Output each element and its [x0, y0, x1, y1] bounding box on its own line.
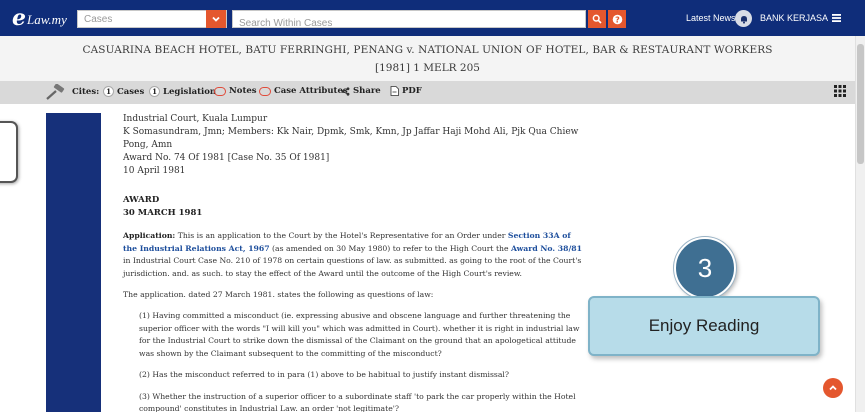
bell-icon	[740, 15, 747, 24]
svg-text:?: ?	[615, 15, 620, 24]
cases-label: Cases	[117, 86, 145, 97]
application-text-3: in Industrial Court Case No. 210 of 1978…	[123, 256, 582, 278]
collection-select-value: Cases	[84, 13, 113, 25]
question-3: (3) Whether the instruction of a superio…	[139, 391, 576, 412]
logo-text: Law.my	[27, 12, 67, 27]
page-scrollbar[interactable]	[855, 36, 865, 412]
case-attributes-button[interactable]: Case Attributes	[259, 86, 348, 96]
case-citation: [1981] 1 MELR 205	[375, 62, 480, 74]
search-button[interactable]	[588, 10, 606, 28]
collection-select[interactable]: Cases	[77, 10, 227, 28]
share-icon	[341, 86, 350, 96]
notes-button[interactable]: Notes	[214, 86, 257, 96]
gavel-icon	[46, 83, 66, 103]
menu-icon	[832, 14, 842, 22]
help-icon: ?	[612, 14, 622, 24]
notifications-button[interactable]	[735, 10, 752, 27]
pdf-button[interactable]: PDF	[390, 86, 422, 96]
grid-icon[interactable]	[834, 85, 846, 100]
case-header: CASUARINA BEACH HOTEL, BATU FERRINGHI, P…	[0, 36, 855, 81]
chevron-down-icon[interactable]	[206, 10, 226, 28]
scrollbar-thumb[interactable]	[857, 44, 864, 164]
top-bar: e Law.my Cases ? Latest News BANK KERJAS…	[0, 0, 865, 36]
panel-members: K Somasundram, Jmn; Members: Kk Nair, Dp…	[123, 127, 579, 150]
help-button[interactable]: ?	[608, 10, 626, 28]
cites-label: Cites:	[72, 87, 100, 97]
case-title: CASUARINA BEACH HOTEL, BATU FERRINGHI, P…	[82, 44, 773, 56]
toggle-icon	[214, 86, 226, 96]
side-panel-tab[interactable]	[0, 121, 18, 183]
site-logo[interactable]: e Law.my	[12, 5, 67, 31]
application-paragraph: Application: This is an application to t…	[123, 230, 583, 280]
court-name: Industrial Court, Kuala Lumpur	[123, 114, 268, 124]
award-number: Award No. 74 Of 1981 [Case No. 35 Of 198…	[123, 153, 330, 163]
application-label: Application:	[123, 231, 176, 240]
step-number-badge: 3	[674, 237, 736, 299]
legislation-label: Legislation	[163, 86, 217, 97]
question-2: (2) Has the misconduct referred to in pa…	[139, 370, 510, 379]
share-label: Share	[353, 86, 381, 96]
judgment-date: 10 April 1981	[123, 166, 186, 176]
cases-count-badge: 1	[103, 86, 114, 97]
case-toolbar: Cites: 1 Cases 1 Legislation Notes Case …	[0, 81, 855, 104]
share-button[interactable]: Share	[341, 86, 381, 96]
search-box[interactable]	[232, 10, 586, 32]
account-menu[interactable]: BANK KERJASA	[760, 13, 842, 23]
step-label: Enjoy Reading	[588, 296, 820, 356]
search-icon	[592, 14, 602, 24]
case-attributes-label: Case Attributes	[274, 86, 348, 96]
account-name: BANK KERJASA	[760, 13, 829, 23]
cites-legislation-button[interactable]: 1 Legislation	[149, 86, 216, 97]
award-heading: AWARD	[123, 195, 160, 205]
award-date: 30 MARCH 1981	[123, 208, 203, 218]
questions-intro: The application. dated 27 March 1981. st…	[123, 290, 434, 299]
award-38-81-link[interactable]: Award No. 38/81	[511, 244, 582, 253]
logo-glyph: e	[12, 5, 26, 31]
application-text-1: This is an application to the Court by t…	[175, 231, 508, 240]
latest-news-link[interactable]: Latest News	[686, 13, 736, 23]
cites-cases-button[interactable]: 1 Cases	[103, 86, 144, 97]
pdf-icon	[390, 86, 399, 96]
search-input[interactable]	[233, 15, 585, 32]
question-1: (1) Having committed a misconduct (ie. e…	[139, 311, 580, 358]
chevron-up-icon	[829, 385, 837, 391]
document-side-bar	[46, 113, 101, 412]
back-to-top-button[interactable]	[823, 378, 843, 398]
legislation-count-badge: 1	[149, 86, 160, 97]
pdf-label: PDF	[402, 86, 422, 96]
application-text-2: (as amended on 30 May 1980) to refer to …	[269, 243, 512, 253]
toggle-icon	[259, 86, 271, 96]
judgment-body: Industrial Court, Kuala Lumpur K Somasun…	[123, 113, 583, 412]
notes-label: Notes	[229, 86, 257, 96]
